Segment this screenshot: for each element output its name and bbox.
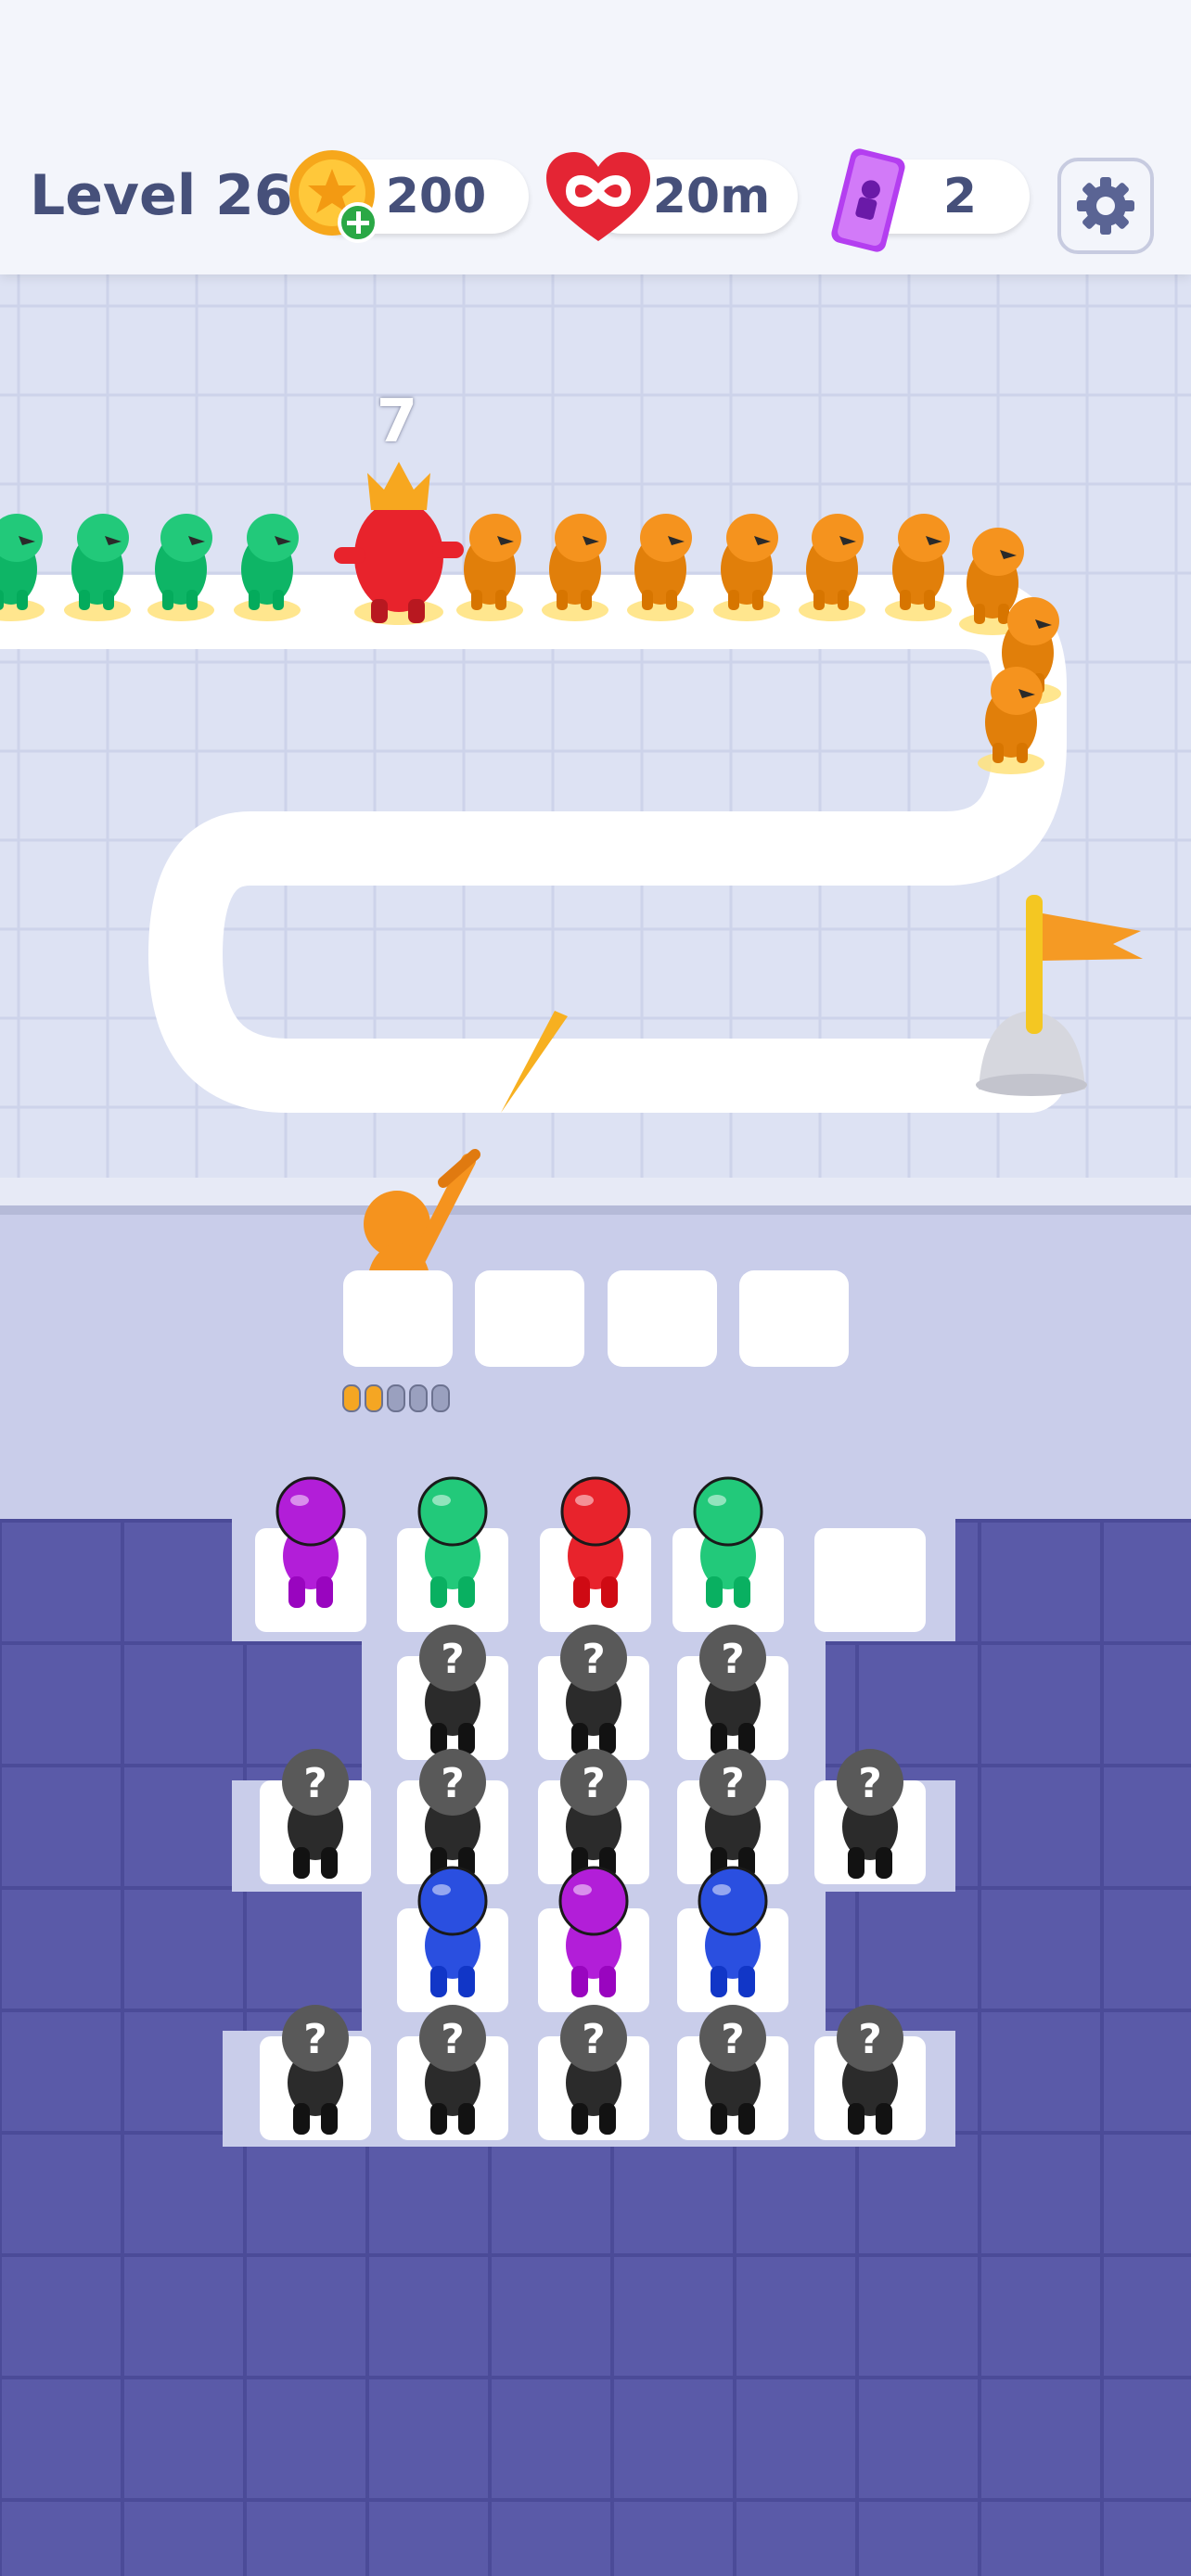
waiting-slot[interactable] bbox=[608, 1270, 717, 1367]
question-mark-icon: ? bbox=[858, 1760, 882, 1807]
coins-value: 200 bbox=[385, 169, 487, 224]
ammo-pip bbox=[365, 1384, 383, 1412]
crown-icon bbox=[367, 462, 430, 510]
settings-button[interactable] bbox=[1057, 158, 1154, 254]
question-mark-icon: ? bbox=[303, 1760, 327, 1807]
heart-infinity-icon bbox=[546, 152, 650, 241]
question-mark-icon: ? bbox=[721, 1636, 745, 1683]
question-mark-icon: ? bbox=[441, 1760, 465, 1807]
ammo-pip bbox=[342, 1384, 361, 1412]
ammo-pip bbox=[387, 1384, 405, 1412]
question-mark-icon: ? bbox=[721, 1760, 745, 1807]
enemy-orange bbox=[456, 514, 523, 621]
tickets-value: 2 bbox=[942, 169, 978, 224]
enemy-green bbox=[234, 514, 301, 621]
level-label: Level 26 bbox=[30, 163, 293, 228]
gear-icon bbox=[1077, 177, 1134, 235]
question-mark-icon: ? bbox=[582, 1760, 606, 1807]
question-mark-icon: ? bbox=[441, 2016, 465, 2063]
boss-count-label: 7 bbox=[376, 388, 418, 456]
top-hud: Level 26 200 20m 2 bbox=[0, 0, 1191, 274]
ammo-pip bbox=[431, 1384, 450, 1412]
enemy-orange bbox=[627, 514, 694, 621]
enemy-path bbox=[0, 575, 1067, 1113]
question-mark-icon: ? bbox=[582, 2016, 606, 2063]
question-mark-icon: ? bbox=[858, 2016, 882, 2063]
lives-value: 20m bbox=[652, 169, 771, 224]
enemy-orange bbox=[713, 514, 780, 621]
goal-flag-icon bbox=[976, 895, 1143, 1096]
ledge-shadow bbox=[0, 1205, 1191, 1215]
question-mark-icon: ? bbox=[582, 1636, 606, 1683]
board-tile[interactable] bbox=[814, 1528, 926, 1632]
waiting-slot[interactable] bbox=[475, 1270, 584, 1367]
ticket-icon bbox=[831, 148, 905, 252]
enemy-orange bbox=[978, 667, 1044, 774]
question-mark-icon: ? bbox=[721, 2016, 745, 2063]
enemy-orange bbox=[799, 514, 865, 621]
waiting-slot[interactable] bbox=[343, 1270, 453, 1367]
question-mark-icon: ? bbox=[441, 1636, 465, 1683]
ammo-pip bbox=[409, 1384, 428, 1412]
puzzle-board: ????????????? bbox=[0, 1476, 1191, 2576]
coin-icon[interactable] bbox=[286, 148, 382, 245]
game-scene: ????????????? bbox=[0, 274, 1191, 2576]
enemy-orange bbox=[885, 514, 952, 621]
enemy-green bbox=[0, 514, 45, 621]
enemy-green bbox=[147, 514, 214, 621]
waiting-slot[interactable] bbox=[739, 1270, 849, 1367]
enemy-green bbox=[64, 514, 131, 621]
question-mark-icon: ? bbox=[303, 2016, 327, 2063]
